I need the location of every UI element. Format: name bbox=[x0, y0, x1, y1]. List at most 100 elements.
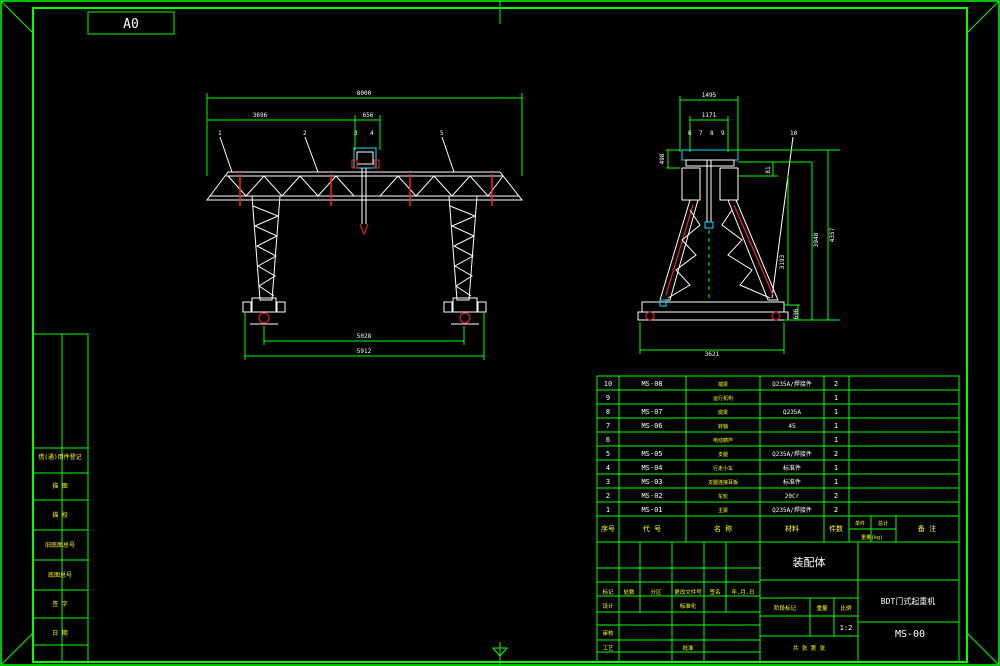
title-block: 标记 处数 分区 更改文件号 签名 年.月.日 设计 标准化 审核 工艺 批准 … bbox=[596, 541, 960, 663]
side-label-record: 借(通)用件登记 bbox=[38, 453, 81, 461]
bom-cell-no: 3 bbox=[606, 478, 610, 486]
side-base-beam bbox=[641, 301, 785, 313]
dim-overall-span: 8000 bbox=[357, 90, 372, 97]
balloon-6: 6 bbox=[688, 130, 692, 137]
dim-hoist-width: 656 bbox=[363, 112, 374, 119]
side-label-base-number: 底图总号 bbox=[48, 571, 72, 579]
bom-cell-no: 5 bbox=[606, 450, 610, 458]
tb-label-count: 处数 bbox=[623, 588, 635, 596]
bom-cell-qty: 1 bbox=[834, 436, 838, 444]
tb-label-design: 设计 bbox=[602, 602, 614, 610]
bom-cell-code: MS-07 bbox=[641, 408, 662, 416]
bom-cell-qty: 2 bbox=[834, 506, 838, 514]
bom-cell-material: Q235A bbox=[783, 409, 801, 416]
balloon-8: 8 bbox=[710, 130, 714, 137]
balloon-3: 3 bbox=[354, 130, 358, 137]
balloon-4: 4 bbox=[370, 130, 374, 137]
bom-cell-qty: 2 bbox=[834, 492, 838, 500]
dim-top-width: 1495 bbox=[702, 92, 717, 99]
bom-cell-no: 2 bbox=[606, 492, 610, 500]
bom-header-unit: 单件 bbox=[855, 520, 865, 527]
bom-cell-material: 标准件 bbox=[783, 478, 801, 486]
bom-cell-no: 10 bbox=[604, 380, 612, 388]
tb-label-zone: 分区 bbox=[650, 588, 662, 596]
bom-cell-material: 20Cr bbox=[785, 493, 800, 500]
bom-cell-name: 行走小车 bbox=[713, 465, 733, 472]
tb-label-stage: 阶段标记 bbox=[774, 604, 797, 612]
drawing-number: MS-00 bbox=[895, 629, 925, 640]
bom-header-qty: 件数 bbox=[829, 524, 843, 533]
balloon-2: 2 bbox=[303, 130, 307, 137]
bom-cell-no: 6 bbox=[606, 436, 610, 444]
side-label-trace-check: 描 校 bbox=[52, 511, 68, 519]
drawing-scale: 1:2 bbox=[840, 624, 853, 632]
balloon-5: 5 bbox=[440, 130, 444, 137]
dim-leg-height: 3948 bbox=[813, 232, 820, 247]
bom-frame bbox=[596, 375, 960, 543]
bom-cell-no: 7 bbox=[606, 422, 610, 430]
side-wheel-right bbox=[771, 311, 781, 321]
bom-cell-qty: 1 bbox=[834, 408, 838, 416]
dim-rail-span: 5028 bbox=[357, 333, 372, 340]
tb-label-sheets: 共 张 第 张 bbox=[793, 644, 825, 652]
tb-label-scale: 比例 bbox=[840, 604, 852, 612]
bom-header-material: 材料 bbox=[785, 524, 799, 533]
drawing-title: 装配体 bbox=[793, 555, 826, 569]
bom-cell-qty: 1 bbox=[834, 422, 838, 430]
tb-label-review: 审核 bbox=[602, 629, 614, 637]
bom-cell-no: 4 bbox=[606, 464, 610, 472]
left-panel-frame bbox=[32, 333, 89, 663]
bom-cell-material: Q235A/焊接件 bbox=[772, 450, 812, 458]
bom-cell-qty: 2 bbox=[834, 380, 838, 388]
bom-cell-no: 8 bbox=[606, 408, 610, 416]
bom-header-remark: 备 注 bbox=[918, 524, 936, 533]
bom-cell-qty: 2 bbox=[834, 450, 838, 458]
bom-rows: 10 MS-08 端梁 Q235A/焊接件 2 9 运行机构 1 8 MS-07 底梁 Q235A 1 7… bbox=[597, 380, 959, 517]
bom-cell-code: MS-01 bbox=[641, 506, 662, 514]
tb-label-signature: 签名 bbox=[709, 588, 720, 596]
drawing-canvas: A0 借(通)用件登记 描 图 描 校 旧底图总号 底图总号 签 字 日 期 8… bbox=[0, 0, 1000, 666]
dim-base-span: 5912 bbox=[357, 348, 372, 355]
bom-header-weight: 重量(kg) bbox=[861, 534, 883, 541]
bom-cell-material: Q235A/焊接件 bbox=[772, 506, 812, 514]
dim-left-offset: 3696 bbox=[253, 112, 268, 119]
tb-label-standard: 标准化 bbox=[680, 602, 697, 610]
right-wheel bbox=[459, 312, 471, 324]
bom-cell-qty: 1 bbox=[834, 478, 838, 486]
side-end-block-left bbox=[681, 167, 701, 201]
bom-header-name: 名 称 bbox=[714, 524, 732, 533]
bom-cell-name: 运行机构 bbox=[713, 395, 733, 402]
bom-cell-name: 主梁 bbox=[718, 507, 728, 514]
bom-header-code: 代 号 bbox=[643, 524, 661, 533]
bom-cell-qty: 1 bbox=[834, 394, 838, 402]
bom-cell-material: 标准件 bbox=[783, 464, 801, 472]
front-view: 8000 3696 656 1 2 3 4 5 5028 5912 bbox=[206, 90, 524, 360]
tb-label-mark: 标记 bbox=[602, 588, 614, 596]
bom-header-total: 总计 bbox=[878, 520, 888, 527]
bom-header-no: 序号 bbox=[601, 524, 615, 533]
left-wheel bbox=[258, 312, 270, 324]
bom-cell-material: 45 bbox=[788, 423, 796, 430]
sheet-inner-frame bbox=[32, 7, 968, 663]
corner-mark-bl bbox=[0, 632, 34, 666]
corner-mark-tl bbox=[0, 0, 34, 34]
product-name: BDT门式起重机 bbox=[881, 596, 935, 606]
dim-total-height: 4357 bbox=[829, 227, 836, 242]
side-label-signature: 签 字 bbox=[52, 600, 68, 608]
tb-label-approve: 批准 bbox=[682, 644, 694, 652]
tb-label-date: 年.月.日 bbox=[731, 588, 754, 596]
dim-base-height: 696 bbox=[793, 308, 800, 319]
bom-cell-code: MS-02 bbox=[641, 492, 662, 500]
bom-cell-code: MS-06 bbox=[641, 422, 662, 430]
side-end-block-right bbox=[719, 167, 739, 201]
hoist-hook bbox=[359, 223, 369, 236]
bom-table: 10 MS-08 端梁 Q235A/焊接件 2 9 运行机构 1 8 MS-07 底梁 Q235A 1 7… bbox=[596, 375, 960, 543]
tb-label-weight: 重量 bbox=[816, 604, 828, 612]
side-wheel-left bbox=[645, 311, 655, 321]
tb-label-process: 工艺 bbox=[602, 645, 614, 652]
bom-cell-name: 转轴 bbox=[718, 423, 728, 430]
corner-mark-br bbox=[966, 632, 1000, 666]
side-label-trace: 描 图 bbox=[52, 482, 68, 490]
tb-label-change-doc: 更改文件号 bbox=[674, 588, 702, 596]
bom-cell-no: 1 bbox=[606, 506, 610, 514]
